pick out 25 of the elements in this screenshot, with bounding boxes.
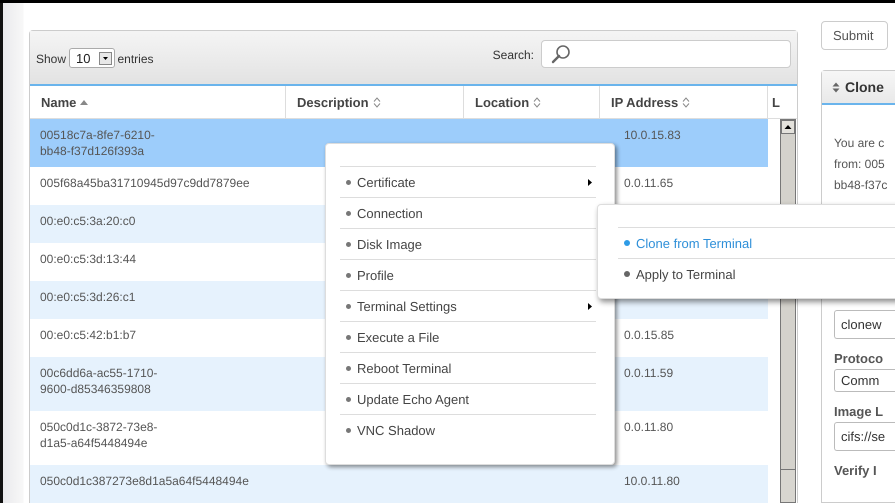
entries-label: entries — [118, 52, 154, 66]
table-cell: 00:e0:c5:3d:13:44 — [40, 251, 136, 267]
table-cell: 0.0.11.59 — [624, 366, 674, 380]
table-cell: 00:e0:c5:3d:26:c1 — [40, 289, 136, 305]
table-cell-text: 00c6dd6a-ac55-1710-9600-d85346359808 — [40, 365, 158, 397]
intro-text: You are c — [834, 135, 886, 152]
table-cell-text: 050c0d1c-3872-73e8-d1a5-a64f5448494e — [40, 419, 158, 451]
show-label: Show — [36, 52, 66, 66]
field-label: Protoco — [834, 351, 884, 366]
search-label: Search: — [492, 48, 534, 62]
table-cell: 00:e0:c5:3a:20:c0 — [40, 213, 136, 229]
field-label: Verify I — [834, 463, 878, 478]
intro-text: from: 005 — [834, 156, 886, 173]
table-cell: 050c0d1c387273e8d1a5a64f5448494e — [40, 473, 249, 489]
table-cell-text: 00518c7a-8fe7-6210-bb48-f37d126f393a — [40, 127, 156, 159]
table-cell: 0.0.11.65 — [624, 176, 674, 190]
panel-title: Clone — [845, 79, 884, 95]
table-cell: 10.0.15.83 — [624, 128, 681, 142]
table-cell: 0.0.11.80 — [624, 420, 674, 434]
table-cell: 10.0.11.80 — [624, 474, 680, 488]
table-cell: 0.0.15.85 — [624, 328, 674, 342]
table-cell: 00:e0:c5:42:b1:b7 — [40, 327, 136, 343]
field-label: Image L — [834, 404, 884, 419]
intro-text: bb48-f37c — [834, 177, 888, 194]
table-cell: 005f68a45ba31710945d97c9dd7879ee — [40, 175, 250, 191]
